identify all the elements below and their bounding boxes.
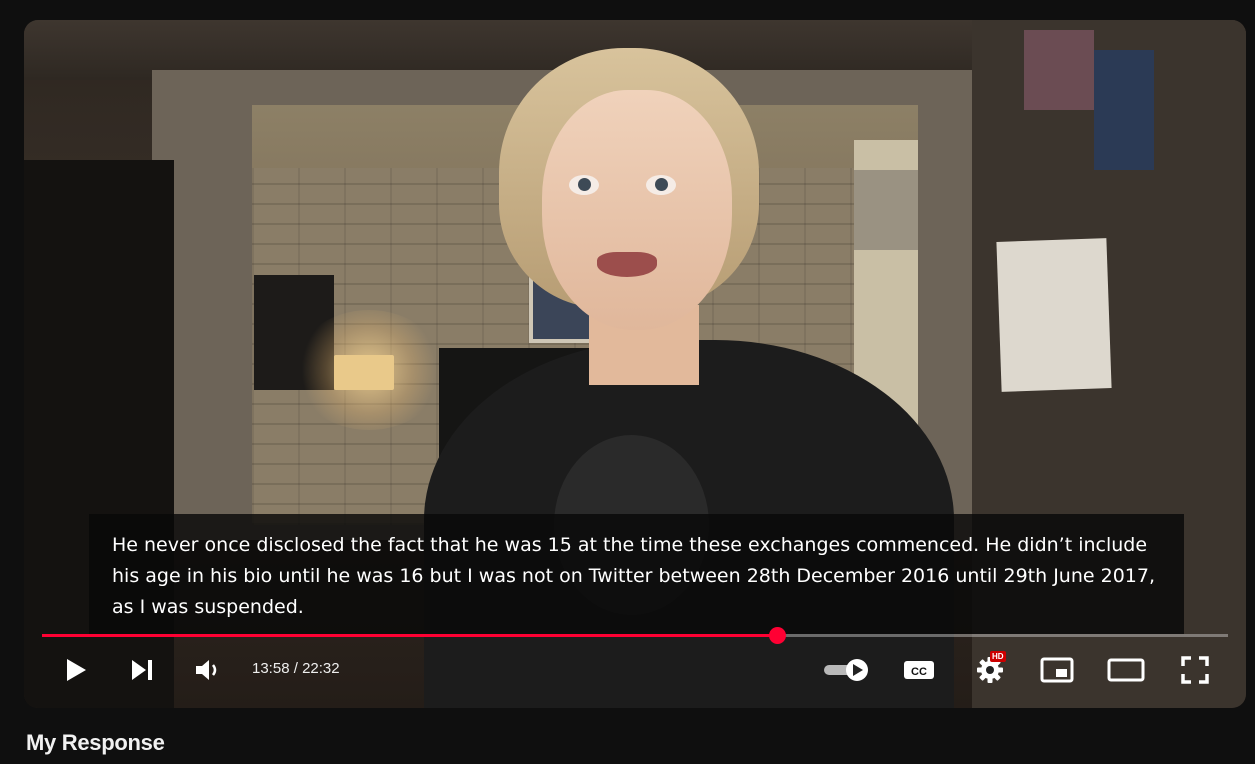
volume-icon: [196, 660, 217, 680]
hd-badge: HD: [990, 651, 1006, 662]
scene-poster: [1024, 30, 1094, 110]
scene-blind: [854, 170, 918, 250]
subtitles-icon: CC: [904, 661, 934, 679]
time-separator: /: [289, 660, 303, 677]
time-current: 13:58: [252, 660, 290, 677]
settings-button[interactable]: HD: [974, 651, 1006, 685]
volume-button[interactable]: [194, 655, 224, 685]
video-title: My Response: [26, 730, 165, 755]
caption-box: He never once disclosed the fact that he…: [89, 514, 1184, 634]
next-icon: [132, 660, 152, 680]
time-display: 13:58 / 22:32: [252, 660, 340, 677]
video-player[interactable]: He never once disclosed the fact that he…: [24, 20, 1246, 708]
theater-mode-button[interactable]: [1107, 655, 1145, 685]
time-total: 22:32: [302, 660, 340, 677]
scene-lamp-shade: [334, 355, 394, 390]
progress-bar[interactable]: [42, 627, 1228, 644]
progress-fill: [42, 634, 778, 637]
fullscreen-button[interactable]: [1180, 655, 1210, 685]
person-mouth: [597, 252, 657, 277]
next-button[interactable]: [128, 655, 156, 685]
fullscreen-icon: [1181, 656, 1209, 684]
play-button[interactable]: [62, 655, 90, 685]
person-eye: [569, 175, 599, 195]
control-bar: 13:58 / 22:32 CC HD: [24, 645, 1246, 700]
miniplayer-button[interactable]: [1040, 655, 1074, 685]
person-face: [542, 90, 732, 330]
autoplay-icon: [824, 659, 868, 681]
person-eye: [646, 175, 676, 195]
scene-poster: [1094, 50, 1154, 170]
theater-icon: [1107, 658, 1145, 682]
caption-text: He never once disclosed the fact that he…: [112, 534, 1156, 618]
subtitles-button[interactable]: CC: [902, 655, 936, 685]
miniplayer-icon: [1040, 657, 1074, 683]
play-icon: [67, 659, 86, 681]
scene-whiteboard: [996, 238, 1112, 392]
autoplay-toggle[interactable]: [822, 655, 872, 685]
cc-label: CC: [911, 666, 927, 678]
